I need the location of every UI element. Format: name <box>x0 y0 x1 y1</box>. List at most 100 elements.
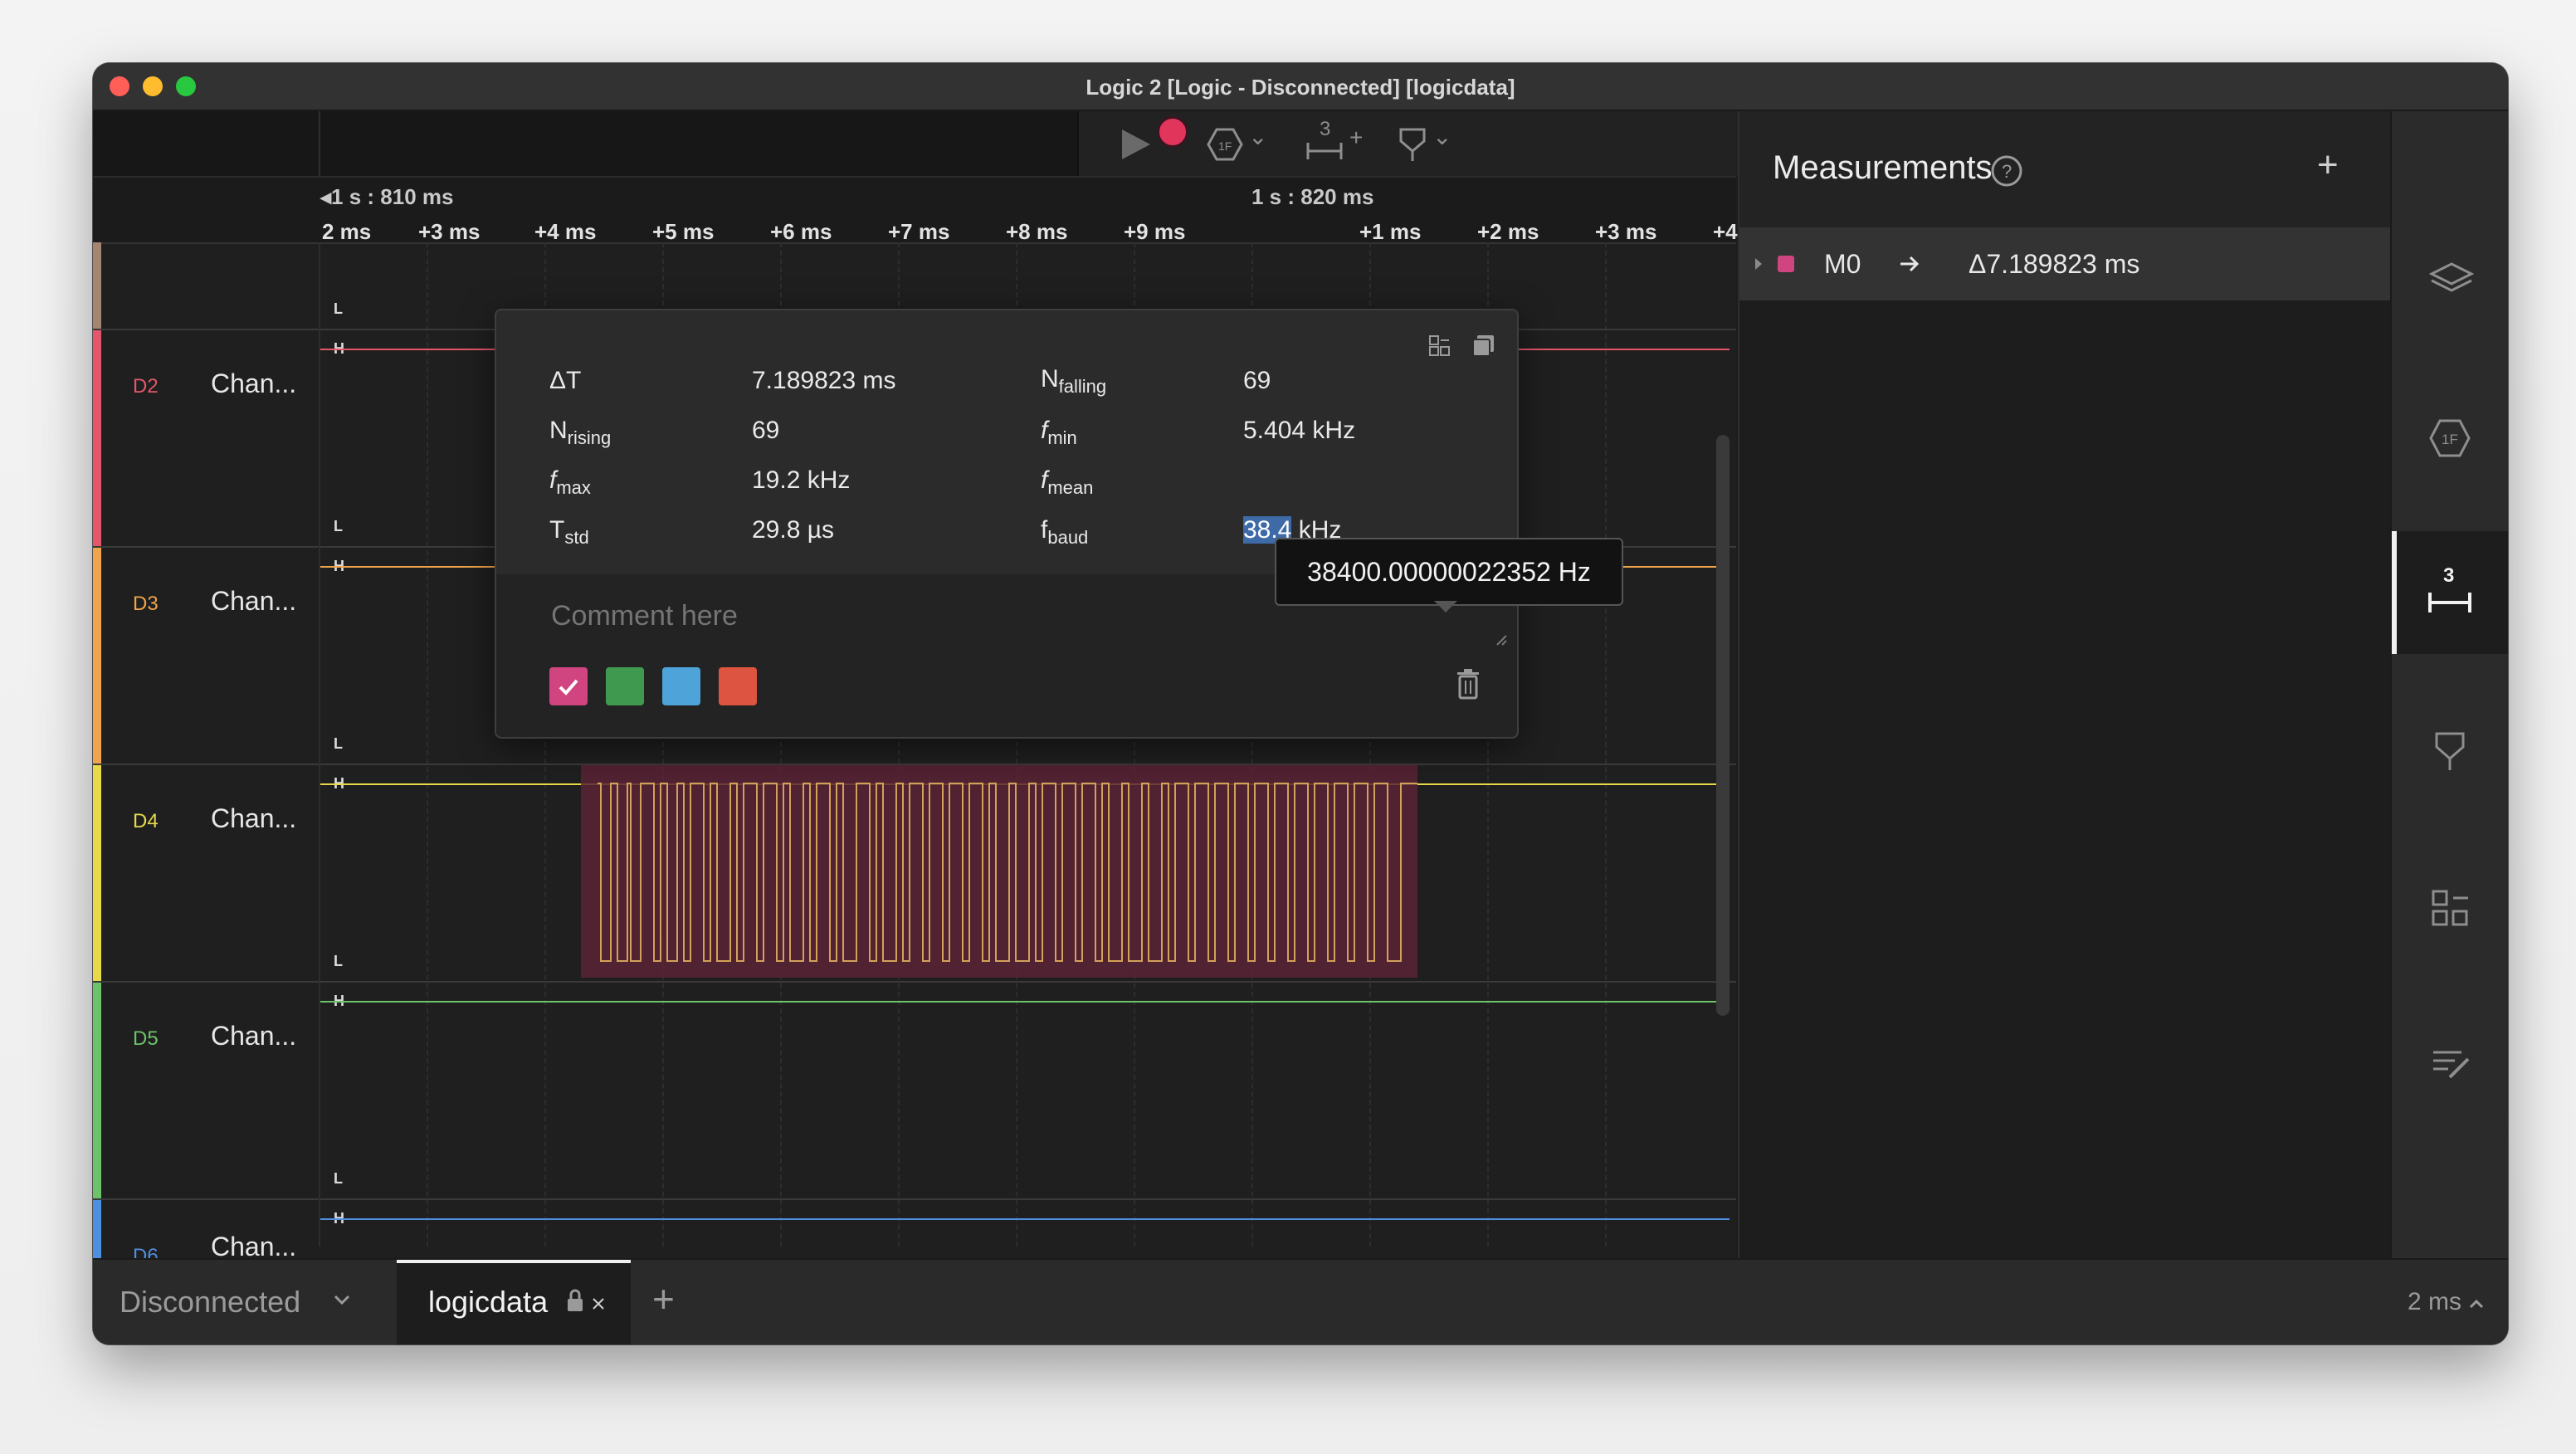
ruler-tick: +9 ms <box>1124 219 1186 244</box>
channel-name[interactable]: Chan... <box>211 803 296 834</box>
waveform-area: 1F ⌄ 3 + ⌄ ◂1 s : 810 ms 1 s : 820 ms 2 … <box>93 111 1774 1260</box>
trigger-chevron-icon[interactable]: ⌄ <box>1248 123 1267 150</box>
app-window: Logic 2 [Logic - Disconnected] [logicdat… <box>93 63 2508 1344</box>
channel-name[interactable]: Chan... <box>211 1232 296 1260</box>
channel-color-stripe <box>93 548 101 764</box>
signal-trace <box>319 1001 1730 1003</box>
n-rising-symbol: N <box>549 417 568 444</box>
copy-icon[interactable] <box>1471 332 1497 359</box>
t-std-value: 29.8 µs <box>752 516 835 544</box>
add-measurement-button[interactable]: + <box>2317 144 2339 186</box>
channel-name[interactable]: Chan... <box>211 586 296 617</box>
channel-id: D4 <box>133 810 159 832</box>
measurement-value: Δ7.189823 ms <box>1969 249 2140 279</box>
play-icon[interactable] <box>1115 124 1155 164</box>
measurements-title: Measurements <box>1773 149 1993 186</box>
rail-layout-button[interactable] <box>2392 888 2508 1046</box>
help-icon[interactable]: ? <box>1990 154 2023 188</box>
low-label: L <box>334 1170 343 1187</box>
channel-color-stripe <box>93 330 101 546</box>
comment-input[interactable] <box>549 599 1383 633</box>
trigger-icon[interactable]: 1F <box>1207 128 1243 161</box>
rail-analyzers-button[interactable] <box>2392 111 2508 292</box>
f-min-subscript: min <box>1047 427 1077 448</box>
side-rail: 1F 3 <box>2390 111 2508 1258</box>
ruler-tick: +3 ms <box>1595 219 1657 244</box>
low-label: L <box>334 518 343 534</box>
tooltip-arrow <box>1434 601 1457 612</box>
chevron-up-icon[interactable] <box>2468 1298 2485 1310</box>
tab-label: logicdata <box>428 1285 549 1319</box>
ruler-tick: +1 ms <box>1359 219 1422 244</box>
low-label: L <box>334 953 343 969</box>
rail-trigger-button[interactable]: 1F <box>2392 269 2508 457</box>
window-title: Logic 2 [Logic - Disconnected] [logicdat… <box>1086 75 1515 100</box>
check-icon <box>559 679 578 695</box>
n-rising-subscript: rising <box>567 427 612 448</box>
time-ruler[interactable]: ◂1 s : 810 ms 1 s : 820 ms 2 ms +3 ms +4… <box>93 178 1774 244</box>
color-swatch-red[interactable] <box>719 667 757 705</box>
trash-icon[interactable] <box>1454 667 1482 700</box>
svg-text:?: ? <box>2002 161 2012 182</box>
measurement-name: M0 <box>1824 249 1861 279</box>
color-swatch-pink[interactable] <box>549 667 588 705</box>
lock-icon <box>568 1289 583 1311</box>
channel-name[interactable]: Chan... <box>211 368 296 399</box>
layout-icon <box>2432 890 2468 926</box>
low-label: L <box>334 735 343 752</box>
n-falling-label: Nfalling <box>1041 365 1106 398</box>
arrow-right-icon[interactable] <box>1897 252 1922 276</box>
color-swatch-blue[interactable] <box>662 667 700 705</box>
device-selector[interactable]: Disconnected <box>120 1285 300 1320</box>
layout-icon[interactable] <box>1427 334 1452 359</box>
t-std-label: Tstd <box>549 516 589 549</box>
add-timing-marker-button[interactable]: + <box>1349 124 1363 151</box>
f-min-label: fmin <box>1041 417 1077 449</box>
ruler-tick: +8 ms <box>1006 219 1068 244</box>
vertical-scrollbar[interactable] <box>1716 435 1730 1016</box>
low-label: L <box>334 300 343 317</box>
measurements-header: Measurements ? + <box>1739 111 2390 227</box>
channel-row-d6[interactable]: D6 Chan... H <box>93 1198 1736 1260</box>
f-mean-label: fmean <box>1041 466 1093 499</box>
channel-color-stripe <box>93 1200 101 1260</box>
marker-flag-icon[interactable] <box>1396 126 1429 163</box>
channel-name[interactable]: Chan... <box>211 1021 296 1051</box>
marker-chevron-icon[interactable]: ⌄ <box>1432 123 1451 150</box>
zoom-level[interactable]: 2 ms <box>2408 1288 2461 1316</box>
channel-color-stripe <box>93 765 101 981</box>
record-indicator-icon <box>1157 116 1188 148</box>
t-std-subscript: std <box>564 527 589 548</box>
label-column-separator <box>319 242 320 1247</box>
measurement-row[interactable]: M0 Δ7.189823 ms <box>1739 227 2390 300</box>
add-tab-button[interactable]: + <box>652 1276 675 1321</box>
chevron-down-icon[interactable] <box>332 1293 352 1306</box>
color-swatch-green[interactable] <box>606 667 644 705</box>
rail-notes-button[interactable] <box>2392 1046 2508 1203</box>
channel-row-d4[interactable]: D4 Chan... H L <box>93 764 1736 981</box>
ruler-abs-right: 1 s : 820 ms <box>1251 184 1374 209</box>
f-max-value: 19.2 kHz <box>752 466 851 494</box>
capture-toolbar: 1F ⌄ 3 + ⌄ <box>93 111 1739 178</box>
rail-timing-button[interactable]: 3 <box>2392 531 2508 654</box>
measurement-region[interactable] <box>581 765 1417 978</box>
channel-row-d5[interactable]: D5 Chan... H L <box>93 981 1736 1198</box>
title-bar: Logic 2 [Logic - Disconnected] [logicdat… <box>93 63 2508 111</box>
tab-logicdata[interactable]: logicdata <box>397 1260 631 1344</box>
svg-text:1F: 1F <box>2442 432 2458 447</box>
channel-id: D2 <box>133 375 159 398</box>
ruler-tick: +3 ms <box>418 219 481 244</box>
f-max-label: fmax <box>549 466 591 499</box>
f-max-subscript: max <box>556 477 591 498</box>
toolbar-controls: 1F ⌄ 3 + ⌄ <box>1077 111 1739 176</box>
measurements-panel: Measurements ? + M0 Δ7.189823 ms <box>1738 111 2390 1258</box>
expand-caret-icon[interactable] <box>1753 256 1764 272</box>
t-std-symbol: T <box>549 516 565 544</box>
rail-markers-button[interactable] <box>2392 730 2508 888</box>
marker-flag-icon <box>2435 732 2465 770</box>
resize-handle-icon[interactable] <box>1495 634 1507 646</box>
close-tab-icon[interactable] <box>591 1296 606 1311</box>
timing-badge: 3 <box>2443 564 2455 587</box>
trigger-icon: 1F <box>2429 419 2471 457</box>
f-baud-label: fbaud <box>1041 516 1088 549</box>
